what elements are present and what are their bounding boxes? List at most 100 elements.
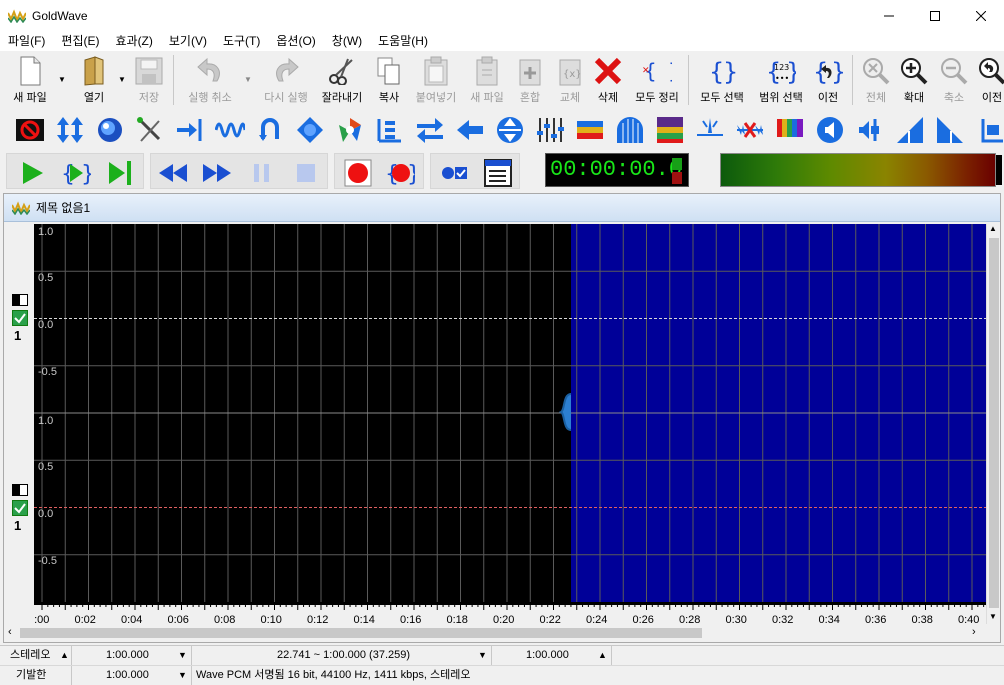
record-selection-icon[interactable]: {} [385, 158, 415, 188]
save-button[interactable]: 저장 [132, 55, 166, 105]
menu-edit[interactable]: 편집(E) [53, 31, 107, 51]
channel-swap-icon[interactable] [414, 114, 446, 146]
menu-file[interactable]: 파일(F) [0, 31, 53, 51]
reverse-icon[interactable] [454, 114, 486, 146]
new-file-dropdown-icon[interactable]: ▼ [58, 75, 66, 84]
time-tick-label: 0:06 [168, 614, 189, 624]
horizontal-scroll-thumb[interactable] [20, 628, 702, 638]
horizontal-scrollbar[interactable]: ‹ › [4, 624, 986, 642]
channel-right-enable-checkbox[interactable] [12, 500, 28, 516]
play-icon[interactable] [17, 158, 47, 188]
window-list-icon[interactable] [483, 158, 513, 188]
open-dropdown-icon[interactable]: ▼ [118, 75, 126, 84]
balance-icon[interactable] [854, 114, 886, 146]
scroll-left-icon[interactable]: ‹ [8, 626, 12, 638]
document-wave-icon [12, 200, 30, 215]
spectrum-color-icon[interactable] [774, 114, 806, 146]
time-ruler[interactable]: 0:00 0:02 0:04 0:06 0:08 0:10 0:12 0:14 0:16 0:18… [34, 602, 986, 624]
menu-options[interactable]: 옵션(O) [268, 31, 323, 51]
selection-start-handle[interactable] [558, 392, 573, 432]
status-mode[interactable]: 기발한 [0, 666, 72, 685]
menu-help[interactable]: 도움말(H) [370, 31, 436, 51]
play-to-end-icon[interactable] [105, 158, 135, 188]
speaker-volume-icon[interactable] [814, 114, 846, 146]
echo-icon[interactable] [614, 114, 646, 146]
spectrum-icon[interactable] [654, 114, 686, 146]
copy-button[interactable]: 복사 [374, 55, 404, 105]
vertical-scroll-thumb[interactable] [989, 238, 999, 608]
status-channels[interactable]: 스테레오 ▲ [0, 646, 72, 665]
pop-click-icon[interactable] [694, 114, 726, 146]
status-bar: 스테레오 ▲ 1:00.000 ▼ 22.741 ~ 1:00.000 (37.25… [0, 645, 1004, 685]
pitch-icon[interactable] [374, 114, 406, 146]
undo-button[interactable]: 실행 취소 [184, 55, 236, 105]
insert-icon[interactable] [174, 114, 206, 146]
spectrum-filter-icon[interactable] [574, 114, 606, 146]
zoom-in-button[interactable]: 확대 [898, 55, 930, 105]
channel-left-marker[interactable] [12, 294, 28, 306]
loop-icon[interactable] [254, 114, 286, 146]
stop-effect-icon[interactable] [14, 114, 46, 146]
paste-new-icon [476, 56, 498, 85]
status-length[interactable]: 1:00.000 ▼ [72, 646, 192, 665]
minimize-button[interactable] [866, 0, 912, 31]
replace-button[interactable]: {x} 교체 [554, 55, 586, 105]
select-all-button[interactable]: {} 모두 선택 [696, 55, 748, 105]
waveform-icon[interactable] [214, 114, 246, 146]
svg-text:}: } [81, 162, 91, 187]
new-file-button[interactable]: 새 파일 [10, 55, 50, 105]
stereo-center-icon[interactable] [494, 114, 526, 146]
shape-volume-icon[interactable] [974, 114, 1004, 146]
resample-icon[interactable] [334, 114, 366, 146]
main-toolbar: 새 파일 ▼ 열기 ▼ 저장 실행 취소 ▼ 다시 실행 잘라내기 복사 붙여넣… [0, 51, 1004, 109]
undo-dropdown-icon[interactable]: ▼ [244, 75, 252, 84]
noise-cut-icon[interactable] [734, 114, 766, 146]
zoom-out-button[interactable]: 축소 [938, 55, 970, 105]
trim-button[interactable]: {}✕✕ 모두 정리 [632, 55, 682, 105]
menu-view[interactable]: 보기(V) [161, 31, 215, 51]
undo-icon [197, 57, 220, 81]
stop-icon[interactable] [291, 158, 321, 188]
cut-button[interactable]: 잘라내기 [318, 55, 366, 105]
time-tick-label: 0:02 [75, 614, 96, 624]
status-duration[interactable]: 1:00.000 ▼ [72, 666, 192, 685]
fade-in-icon[interactable] [894, 114, 926, 146]
paste-button[interactable]: 붙여넣기 [412, 55, 460, 105]
vertical-scrollbar[interactable]: ▲ ▼ [986, 224, 1000, 624]
maximize-button[interactable] [912, 0, 958, 31]
menu-window[interactable]: 창(W) [324, 31, 370, 51]
close-button[interactable] [958, 0, 1004, 31]
paste-new-button[interactable]: 새 파일 [466, 55, 508, 105]
zoom-all-button[interactable]: 전체 [860, 55, 892, 105]
control-properties-icon[interactable] [439, 158, 469, 188]
volume-changer-icon[interactable] [54, 114, 86, 146]
delete-button[interactable]: 삭제 [592, 55, 624, 105]
pause-icon[interactable] [247, 158, 277, 188]
channel-left-enable-checkbox[interactable] [12, 310, 28, 326]
scroll-up-icon[interactable]: ▲ [989, 224, 997, 233]
menu-effects[interactable]: 효과(Z) [107, 31, 160, 51]
reverb-icon[interactable] [94, 114, 126, 146]
fade-out-icon[interactable] [934, 114, 966, 146]
mix-button[interactable]: 혼합 [514, 55, 546, 105]
noise-reduction-icon[interactable] [134, 114, 166, 146]
time-tick-label: 0:08 [214, 614, 235, 624]
channel-right-marker[interactable] [12, 484, 28, 496]
scroll-down-icon[interactable]: ▼ [989, 612, 997, 621]
record-icon[interactable] [343, 158, 373, 188]
select-range-button[interactable]: {}123••• 범위 선택 [756, 55, 806, 105]
menu-tools[interactable]: 도구(T) [215, 31, 268, 51]
rewind-icon[interactable] [157, 158, 187, 188]
status-position[interactable]: 1:00.000 ▲ [492, 646, 612, 665]
previous-selection-button[interactable]: {} 이전 [812, 55, 844, 105]
zoom-previous-button[interactable]: 이전 [976, 55, 1004, 105]
status-selection[interactable]: 22.741 ~ 1:00.000 (37.259) ▼ [192, 646, 492, 665]
redo-button[interactable]: 다시 실행 [260, 55, 312, 105]
open-button[interactable]: 열기 [76, 55, 112, 105]
scroll-right-icon[interactable]: › [972, 626, 976, 638]
equalizer-icon[interactable] [534, 114, 566, 146]
fast-forward-icon[interactable] [201, 158, 231, 188]
waveform-area[interactable]: 1.0 0.5 0.0 -0.5 1.0 0.5 0.0 -0.5 [34, 224, 986, 602]
play-selection-icon[interactable]: {} [61, 158, 91, 188]
dynamics-icon[interactable] [294, 114, 326, 146]
